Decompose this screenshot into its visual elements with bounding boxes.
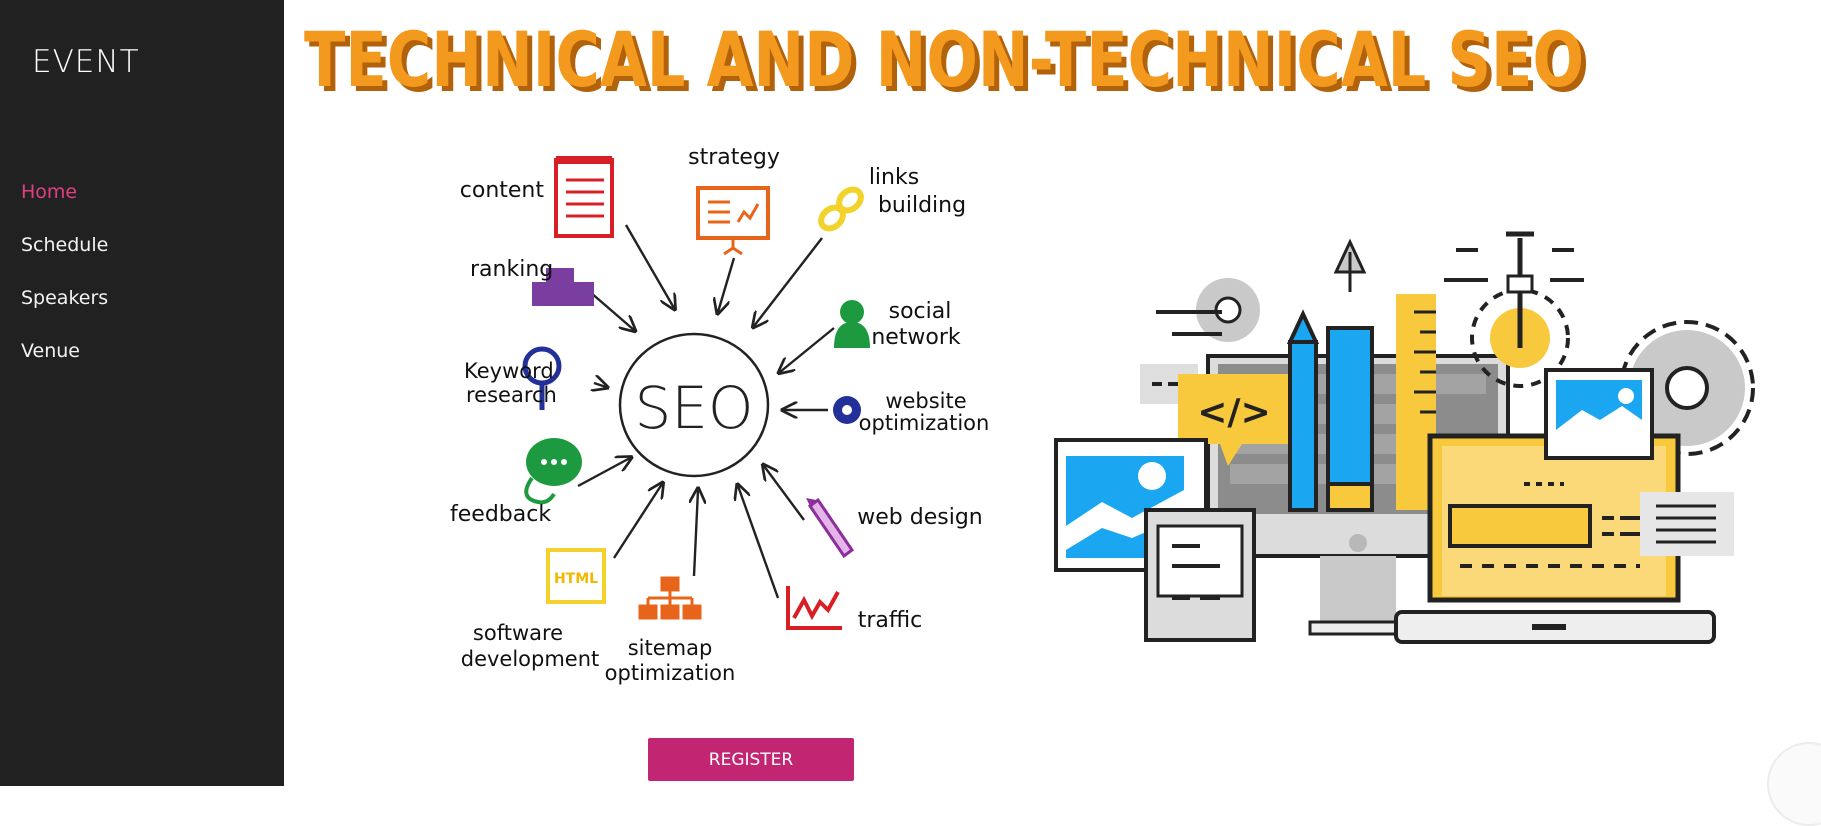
- nav-item-home[interactable]: Home: [21, 178, 108, 231]
- gear-icon: [833, 396, 861, 424]
- seo-center-label: SEO: [634, 374, 753, 442]
- svg-text:website: website: [885, 389, 966, 413]
- main-nav: Home Schedule Speakers Venue: [21, 178, 108, 390]
- svg-text:strategy: strategy: [688, 145, 780, 170]
- svg-text:development: development: [461, 647, 600, 671]
- svg-text:research: research: [466, 383, 557, 407]
- nav-item-speakers[interactable]: Speakers: [21, 284, 108, 337]
- svg-text:Keyword: Keyword: [464, 359, 554, 383]
- svg-text:</>: </>: [1197, 392, 1270, 433]
- line-chart-icon: [786, 586, 842, 630]
- svg-text:software: software: [473, 621, 563, 645]
- svg-text:sitemap: sitemap: [628, 636, 713, 660]
- svg-text:web design: web design: [857, 505, 982, 530]
- hero-banner-image: TECHNICAL AND NON-TECHNICAL SEO TECHNICA…: [304, 15, 1755, 685]
- nav-item-venue[interactable]: Venue: [21, 337, 108, 390]
- notepad-icon: [554, 156, 614, 238]
- svg-text:links: links: [869, 165, 919, 190]
- tech-illustration: </>: [1054, 231, 1755, 644]
- svg-text:feedback: feedback: [450, 502, 551, 527]
- sitemap-icon: [638, 576, 702, 620]
- pencil-icon: [806, 497, 855, 559]
- html-file-icon: HTML: [546, 548, 606, 604]
- speech-bubble-icon: [524, 438, 582, 505]
- presentation-board-icon: [696, 186, 770, 256]
- svg-text:network: network: [871, 325, 961, 350]
- svg-text:HTML: HTML: [554, 571, 598, 587]
- nav-item-schedule[interactable]: Schedule: [21, 231, 108, 284]
- svg-text:optimization: optimization: [605, 661, 736, 685]
- main-content: TECHNICAL AND NON-TECHNICAL SEO TECHNICA…: [284, 0, 1821, 826]
- scroll-indicator: [1767, 742, 1821, 826]
- svg-text:content: content: [460, 178, 545, 203]
- svg-text:ranking: ranking: [470, 257, 553, 282]
- svg-text:traffic: traffic: [858, 608, 923, 633]
- person-icon: [834, 300, 870, 348]
- svg-text:optimization: optimization: [859, 411, 990, 435]
- hero-title: TECHNICAL AND NON-TECHNICAL SEO: [304, 15, 1584, 104]
- svg-text:social: social: [889, 299, 952, 324]
- brand-logo[interactable]: EVENT: [32, 44, 140, 80]
- sidebar: EVENT Home Schedule Speakers Venue: [0, 0, 284, 786]
- chain-link-icon: [818, 186, 864, 232]
- register-button[interactable]: REGISTER: [648, 738, 854, 781]
- svg-text:building: building: [878, 193, 966, 218]
